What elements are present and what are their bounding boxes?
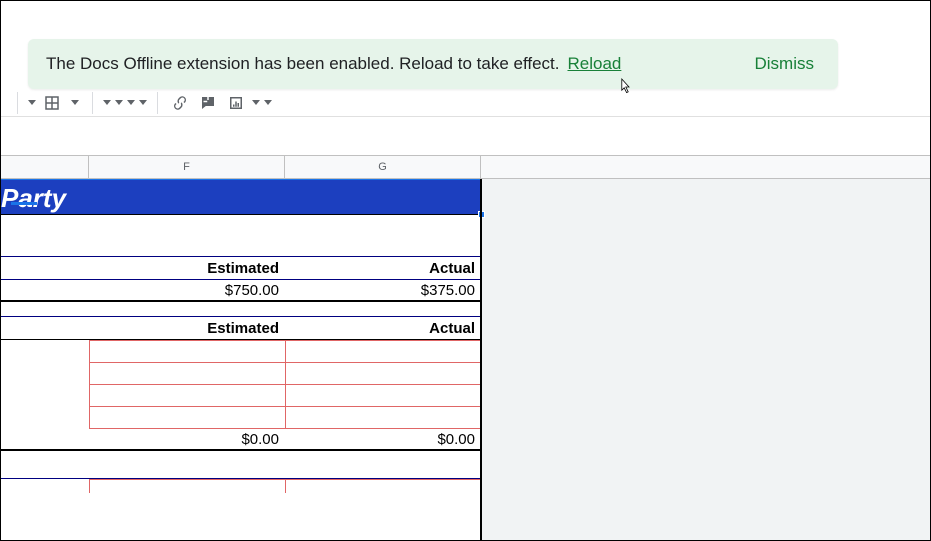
cell-actual-1[interactable]: $375.00 xyxy=(285,280,481,300)
insert-link-button[interactable] xyxy=(168,91,192,115)
sheet-empty-area xyxy=(481,155,930,540)
column-headers: F G xyxy=(1,155,481,179)
title-cell: Party xyxy=(1,183,66,213)
empty-row[interactable] xyxy=(1,215,481,257)
header-estimated-2[interactable]: Estimated xyxy=(89,317,285,339)
header-actual[interactable]: Actual xyxy=(285,257,481,279)
cell-estimated-1[interactable]: $750.00 xyxy=(89,280,285,300)
cell[interactable] xyxy=(90,480,286,493)
horizontal-align-button[interactable] xyxy=(103,91,111,115)
empty-row[interactable] xyxy=(1,302,481,317)
cell-actual-total[interactable]: $0.00 xyxy=(285,429,481,449)
merge-cells-button[interactable] xyxy=(68,91,82,115)
empty-row[interactable] xyxy=(1,451,481,479)
header-row-2[interactable]: Estimated Actual xyxy=(1,317,481,340)
functions-button[interactable] xyxy=(264,91,272,115)
cell-estimated-total[interactable]: $0.00 xyxy=(89,429,285,449)
insert-comment-button[interactable] xyxy=(196,91,220,115)
title-row[interactable]: Party xyxy=(1,179,481,215)
header-actual-2[interactable]: Actual xyxy=(285,317,481,339)
cell[interactable] xyxy=(90,407,286,429)
cell[interactable] xyxy=(286,363,482,385)
cell[interactable] xyxy=(286,341,482,363)
cell[interactable] xyxy=(286,480,482,493)
pointer-cursor-icon xyxy=(617,77,633,97)
dismiss-button[interactable]: Dismiss xyxy=(755,54,815,74)
totals-row[interactable]: $0.00 $0.00 xyxy=(1,429,481,451)
column-header-G[interactable]: G xyxy=(285,156,481,178)
toolbar xyxy=(1,89,930,117)
notification-message: The Docs Offline extension has been enab… xyxy=(46,54,560,74)
header-row-1[interactable]: Estimated Actual xyxy=(1,257,481,280)
column-header-blank[interactable] xyxy=(1,156,89,178)
filter-button[interactable] xyxy=(252,91,260,115)
insert-chart-button[interactable] xyxy=(224,91,248,115)
header-estimated[interactable]: Estimated xyxy=(89,257,285,279)
sheet-right-border xyxy=(480,179,482,540)
borders-button[interactable] xyxy=(40,91,64,115)
column-header-F[interactable]: F xyxy=(89,156,285,178)
cell[interactable] xyxy=(90,385,286,407)
cell[interactable] xyxy=(286,407,482,429)
vertical-align-button[interactable] xyxy=(115,91,123,115)
fill-color-button[interactable] xyxy=(28,91,36,115)
spreadsheet-grid[interactable]: F G Party Estimated Actual $750.00 $375.… xyxy=(1,155,481,540)
cell[interactable] xyxy=(90,363,286,385)
reload-link[interactable]: Reload xyxy=(568,54,622,74)
input-grid-2[interactable] xyxy=(1,479,481,493)
cell[interactable] xyxy=(286,385,482,407)
value-row-1[interactable]: $750.00 $375.00 xyxy=(1,280,481,302)
text-wrap-button[interactable] xyxy=(127,91,135,115)
notification-banner: The Docs Offline extension has been enab… xyxy=(28,39,838,89)
cell[interactable] xyxy=(90,341,286,363)
column-header-empty xyxy=(481,155,930,179)
input-grid[interactable] xyxy=(1,340,481,429)
text-rotation-button[interactable] xyxy=(139,91,147,115)
fill-color-indicator xyxy=(11,202,37,205)
